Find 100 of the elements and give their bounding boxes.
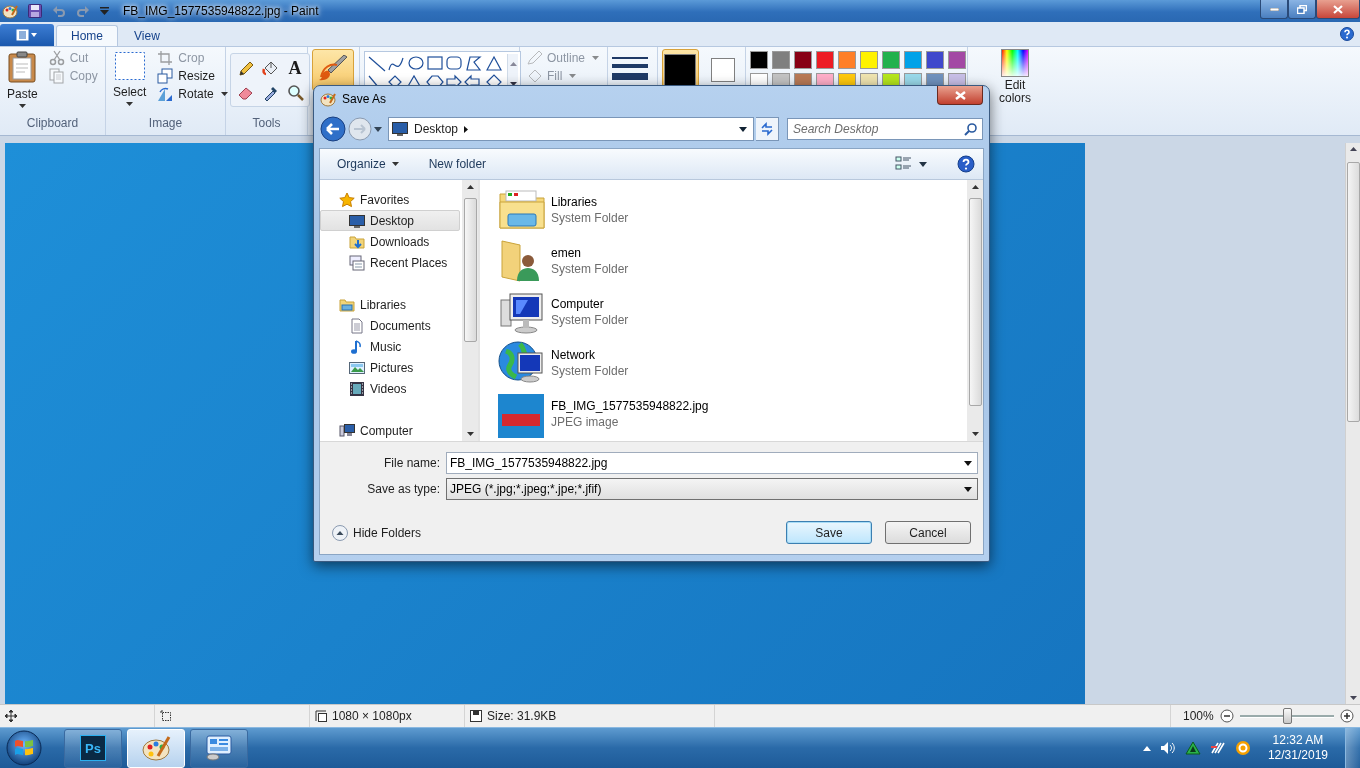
dialog-title: Save As: [342, 92, 387, 106]
nav-item[interactable]: Recent Places: [320, 252, 460, 273]
rotate-button[interactable]: Rotate: [155, 86, 230, 102]
scrollbar[interactable]: [1345, 143, 1360, 704]
nav-item[interactable]: Music: [320, 336, 460, 357]
back-button-icon[interactable]: [320, 116, 346, 142]
scroll-up-arrow-icon[interactable]: [971, 185, 979, 189]
palette-swatch[interactable]: [948, 51, 966, 69]
file-item[interactable]: emen System Folder: [498, 236, 967, 285]
star-icon: [339, 191, 355, 208]
selection-size-icon: [160, 710, 172, 722]
palette-icon: [320, 91, 336, 107]
dropdown-caret-icon[interactable]: [964, 487, 972, 492]
palette-swatch[interactable]: [904, 51, 922, 69]
nav-item[interactable]: Favorites: [320, 189, 460, 210]
palette-icon[interactable]: [2, 3, 18, 19]
paste-button[interactable]: Paste: [4, 49, 41, 110]
palette-swatch[interactable]: [772, 51, 790, 69]
save-button[interactable]: Save: [786, 521, 872, 544]
edit-colors-button[interactable]: Edit colors: [992, 49, 1038, 105]
zoom-in-icon[interactable]: [1339, 709, 1354, 723]
taskbar-app-button[interactable]: Ps: [64, 728, 122, 768]
nav-item[interactable]: Pictures: [320, 357, 460, 378]
nav-item[interactable]: Downloads: [320, 231, 460, 252]
refresh-button[interactable]: [756, 117, 779, 141]
scrollbar-thumb[interactable]: [968, 198, 982, 406]
palette-swatch[interactable]: [882, 51, 900, 69]
search-icon[interactable]: [964, 123, 977, 136]
address-dropdown-icon[interactable]: [739, 126, 747, 132]
file-item[interactable]: Computer System Folder: [498, 287, 967, 336]
breadcrumb-arrow-icon[interactable]: [464, 125, 469, 133]
text-tool[interactable]: A: [284, 57, 306, 79]
scroll-up-arrow-icon[interactable]: [1349, 147, 1357, 151]
scrollbar[interactable]: [967, 180, 983, 441]
view-caret-icon[interactable]: [919, 161, 927, 167]
scroll-down-arrow-icon[interactable]: [466, 432, 474, 436]
file-item[interactable]: Libraries System Folder: [498, 185, 967, 234]
dropdown-caret-icon[interactable]: [964, 461, 972, 466]
view-options-icon[interactable]: [895, 156, 913, 172]
close-button[interactable]: [1316, 0, 1360, 19]
nav-item[interactable]: Libraries: [320, 294, 460, 315]
file-name-field[interactable]: FB_IMG_1577535948822.jpg: [446, 452, 978, 474]
file-item[interactable]: FB_IMG_1577535948822.jpg JPEG image: [498, 389, 967, 438]
paint-bucket-icon[interactable]: [261, 59, 279, 77]
triangle-icon[interactable]: [1184, 741, 1201, 755]
start-button-icon[interactable]: [4, 728, 44, 768]
organize-menu-button[interactable]: Organize: [337, 157, 399, 171]
restore-button[interactable]: [1288, 0, 1316, 19]
field-label: Save as type:: [366, 482, 441, 496]
palette-swatch[interactable]: [838, 51, 856, 69]
ribbon-tab[interactable]: View: [120, 25, 174, 46]
new-folder-button[interactable]: New folder: [428, 157, 487, 171]
resize-button[interactable]: Resize: [155, 68, 230, 84]
minimize-button[interactable]: [1260, 0, 1288, 19]
ring-icon[interactable]: [1234, 740, 1251, 756]
close-button[interactable]: [937, 86, 983, 105]
clock-date[interactable]: 12/31/2019: [1267, 748, 1328, 763]
taskbar-app-button[interactable]: [190, 728, 248, 768]
scrollbar[interactable]: [462, 180, 478, 441]
show-desktop-button[interactable]: [1345, 728, 1360, 768]
breadcrumb-item[interactable]: Desktop: [414, 122, 459, 136]
nav-item[interactable]: Documents: [320, 315, 460, 336]
palette-swatch[interactable]: [860, 51, 878, 69]
nav-item[interactable]: Desktop: [320, 210, 460, 231]
nav-item[interactable]: Videos: [320, 378, 460, 399]
search-field[interactable]: Search Desktop: [787, 118, 983, 140]
address-bar[interactable]: Desktop: [388, 117, 754, 141]
scroll-down-arrow-icon[interactable]: [1349, 696, 1357, 700]
cancel-button[interactable]: Cancel: [885, 521, 971, 544]
help-icon[interactable]: [1340, 27, 1354, 41]
palette-swatch[interactable]: [794, 51, 812, 69]
ribbon-tab[interactable]: Home: [56, 24, 118, 47]
canvas-size-icon: [315, 710, 327, 722]
document-icon: [349, 317, 365, 334]
zoom-out-icon[interactable]: [1219, 709, 1234, 723]
magnifier-icon[interactable]: [286, 83, 304, 101]
select-button[interactable]: Select: [110, 49, 150, 108]
palette-swatch[interactable]: [816, 51, 834, 69]
clock-time[interactable]: 12:32 AM: [1272, 733, 1324, 748]
scrollbar-thumb[interactable]: [1346, 162, 1360, 422]
save-icon[interactable]: [28, 4, 42, 18]
help-icon[interactable]: [957, 155, 975, 173]
save-type-dropdown[interactable]: JPEG (*.jpg;*.jpeg;*.jpe;*.jfif): [446, 478, 978, 500]
stripes-icon[interactable]: [1209, 741, 1226, 755]
zoom-slider-thumb[interactable]: [1282, 708, 1292, 724]
nav-item[interactable]: Computer: [320, 420, 460, 441]
palette-swatch[interactable]: [926, 51, 944, 69]
item-type: System Folder: [551, 261, 629, 276]
scrollbar-thumb[interactable]: [463, 198, 477, 342]
paint-menu-button[interactable]: [0, 24, 54, 46]
hide-folders-button[interactable]: Hide Folders: [332, 524, 422, 541]
scroll-up-arrow-icon[interactable]: [466, 185, 474, 189]
history-caret-icon[interactable]: [374, 126, 382, 132]
scroll-down-arrow-icon[interactable]: [971, 432, 979, 436]
speaker-icon[interactable]: [1159, 741, 1176, 755]
show-hidden-icons-icon[interactable]: [1142, 745, 1151, 751]
file-item[interactable]: Network System Folder: [498, 338, 967, 387]
palette-swatch[interactable]: [750, 51, 768, 69]
pencil-icon[interactable]: [236, 59, 254, 77]
customize-caret-icon[interactable]: [100, 7, 109, 15]
